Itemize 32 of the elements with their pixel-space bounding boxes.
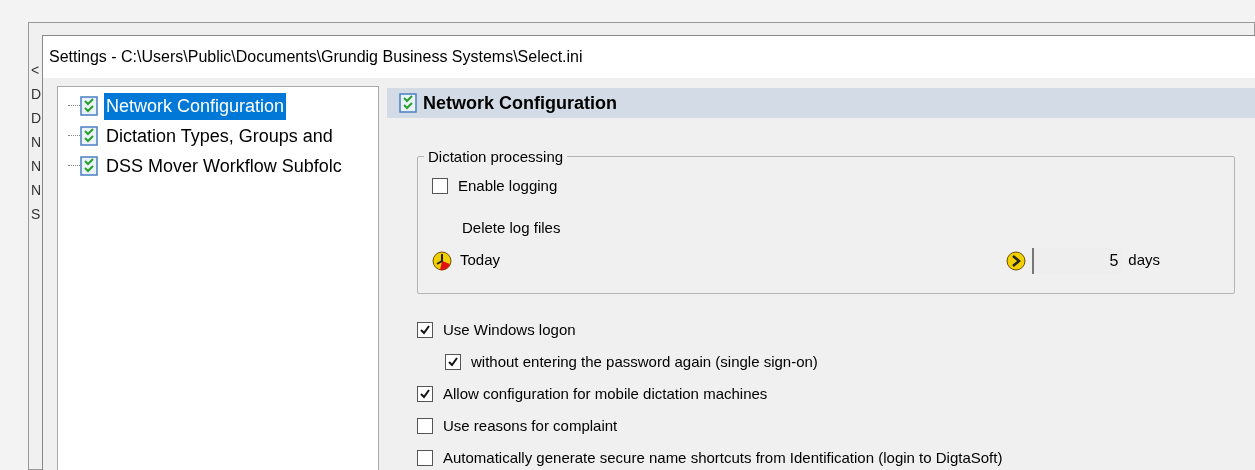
- checkbox-label: Allow configuration for mobile dictation machines: [443, 383, 768, 404]
- list-item-fragment: <: [31, 63, 41, 78]
- checkbox[interactable]: [417, 418, 433, 434]
- checkbox[interactable]: [417, 386, 433, 402]
- delete-log-files-label: Delete log files: [462, 218, 561, 236]
- list-item-fragment: N: [31, 159, 43, 174]
- checked-document-icon: [399, 93, 417, 113]
- page-title: Network Configuration: [423, 91, 617, 115]
- list-item-fragment: N: [31, 183, 43, 198]
- checkbox-label: Enable logging: [458, 176, 558, 196]
- list-item-fragment: N: [31, 135, 43, 150]
- list-item-fragment: S: [31, 207, 42, 222]
- checked-document-icon: [80, 156, 98, 176]
- window-title: Settings - C:\Users\Public\Documents\Grundig Business Systems\Select.ini: [49, 47, 583, 67]
- checkbox[interactable]: [445, 354, 461, 370]
- tree-item[interactable]: Network Configuration: [104, 92, 287, 120]
- checked-document-icon: [80, 126, 98, 146]
- checkbox-label: Use reasons for complaint: [443, 415, 618, 436]
- checkbox[interactable]: [417, 322, 433, 338]
- today-label: Today: [460, 250, 501, 271]
- list-item-fragment: D: [31, 111, 43, 126]
- checkbox[interactable]: [417, 450, 433, 466]
- checkbox[interactable]: [432, 178, 448, 195]
- clock-icon: [432, 250, 452, 271]
- tree-item[interactable]: Dictation Types, Groups and: [104, 122, 335, 150]
- checkbox-label: Use Windows logon: [443, 319, 576, 340]
- checked-document-icon: [80, 96, 98, 116]
- checkbox-label: without entering the password again (single sign-on): [471, 351, 818, 372]
- checkbox-label: Automatically generate secure name shortcuts from Identification (login to DigtaSoft): [443, 447, 1003, 468]
- days-unit-label: days: [1128, 250, 1160, 271]
- list-item-fragment: D: [31, 87, 43, 102]
- tree-item[interactable]: DSS Mover Workflow Subfolc: [104, 152, 344, 180]
